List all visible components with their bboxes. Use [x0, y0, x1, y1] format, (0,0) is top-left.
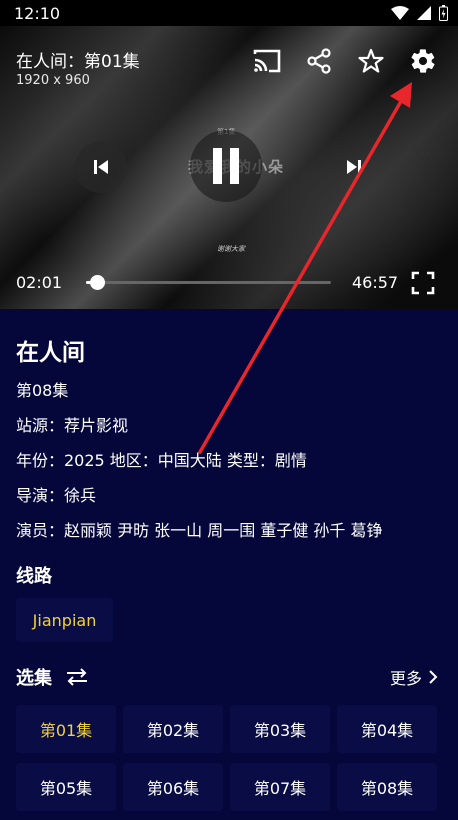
next-episode-button[interactable]	[328, 141, 380, 193]
show-meta: 年份：2025 地区：中国大陆 类型：剧情	[16, 451, 307, 470]
show-title: 在人间	[16, 340, 85, 366]
share-button[interactable]	[304, 46, 334, 76]
show-director: 导演：徐兵	[16, 486, 97, 505]
episode-button[interactable]: 第05集	[16, 763, 116, 811]
share-icon	[307, 48, 331, 74]
line-chip-jianpian[interactable]: Jianpian	[16, 598, 113, 642]
video-resolution: 1920 x 960	[16, 73, 90, 88]
star-icon	[358, 48, 384, 73]
progress-slider[interactable]	[86, 275, 331, 290]
wifi-icon	[391, 6, 409, 20]
episode-button[interactable]: 第06集	[123, 763, 223, 811]
chevron-right-icon	[429, 670, 438, 684]
pause-button[interactable]	[190, 130, 262, 202]
cast-button[interactable]	[252, 46, 282, 76]
status-bar: 12:10	[0, 0, 458, 26]
episodes-header: 选集	[16, 664, 88, 690]
more-label: 更多	[389, 669, 422, 688]
previous-episode-button[interactable]	[75, 141, 127, 193]
signal-icon	[417, 6, 431, 20]
pause-icon	[213, 148, 239, 184]
battery-charging-icon	[439, 5, 448, 21]
more-episodes-link[interactable]: 更多	[390, 665, 438, 689]
lines-heading: 线路	[16, 566, 52, 587]
video-player[interactable]: 第1集 我爱我的小朵 谢谢大家 在人间：第01集 1920 x 960	[0, 26, 458, 309]
current-time: 02:01	[16, 273, 63, 292]
episode-button[interactable]: 第02集	[123, 705, 223, 753]
frame-caption-bottom: 谢谢大家	[217, 245, 245, 253]
total-time: 46:57	[352, 273, 399, 292]
video-title: 在人间：第01集	[16, 52, 140, 72]
gear-icon	[411, 49, 435, 73]
show-source: 站源：荐片影视	[16, 416, 129, 435]
cast-icon	[253, 49, 281, 73]
episode-button[interactable]: 第01集	[16, 705, 116, 753]
episode-grid: 第01集 第02集 第03集 第04集 第05集 第06集 第07集 第08集	[16, 705, 438, 811]
fullscreen-icon	[411, 271, 435, 295]
episode-button[interactable]: 第03集	[230, 705, 330, 753]
show-cast: 演员：赵丽颖 尹昉 张一山 周一围 董子健 孙千 葛铮	[16, 521, 383, 540]
favorite-button[interactable]	[356, 46, 386, 76]
progress-thumb[interactable]	[89, 275, 105, 290]
status-time: 12:10	[14, 3, 61, 23]
swap-sort-icon[interactable]	[66, 668, 88, 686]
show-episode: 第08集	[16, 381, 69, 400]
settings-button[interactable]	[408, 46, 438, 76]
skip-next-icon	[347, 160, 361, 174]
episode-button[interactable]: 第07集	[230, 763, 330, 811]
episodes-heading: 选集	[16, 668, 52, 689]
episode-button[interactable]: 第08集	[337, 763, 437, 811]
fullscreen-button[interactable]	[410, 270, 436, 296]
episode-button[interactable]: 第04集	[337, 705, 437, 753]
status-icons	[391, 5, 448, 21]
skip-previous-icon	[94, 160, 108, 174]
player-top-actions	[252, 46, 438, 76]
